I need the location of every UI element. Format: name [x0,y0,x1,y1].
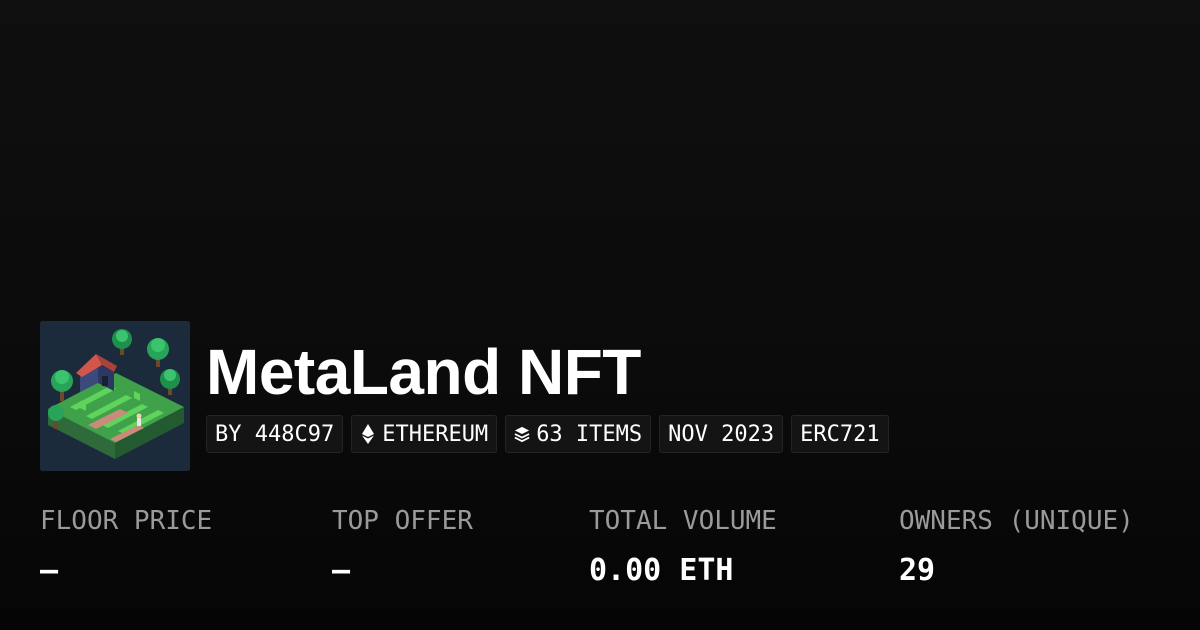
items-tag-label: 63 ITEMS [536,421,643,447]
collection-title: MetaLand NFT [206,336,641,408]
top-offer-value: – [332,553,351,588]
total-volume-value: 0.00 ETH [589,553,734,588]
layers-icon [514,424,530,444]
chain-tag-label: ETHEREUM [382,421,489,447]
owners-stat: OWNERS (UNIQUE) 29 [899,505,1134,591]
floor-price-stat: FLOOR PRICE – [40,505,212,591]
collection-card: MetaLand NFT BY 448C97 ETHEREUM 63 ITEMS… [0,0,1200,630]
items-tag[interactable]: 63 ITEMS [505,415,652,453]
total-volume-label: TOTAL VOLUME [589,506,777,536]
date-tag-label: NOV 2023 [668,421,775,447]
isometric-voxel-land-image [40,321,190,471]
creator-tag-label: BY 448C97 [215,421,335,447]
creator-tag[interactable]: BY 448C97 [206,415,344,453]
date-tag: NOV 2023 [659,415,784,453]
top-offer-stat: TOP OFFER – [332,505,473,591]
ethereum-icon [360,424,376,444]
owners-value: 29 [899,553,936,588]
top-offer-label: TOP OFFER [332,506,473,536]
collection-tags: BY 448C97 ETHEREUM 63 ITEMS NOV 2023 ERC… [206,415,889,453]
collection-thumbnail [40,321,190,471]
floor-price-value: – [40,553,59,588]
floor-price-label: FLOOR PRICE [40,506,213,536]
owners-label: OWNERS (UNIQUE) [899,506,1134,536]
standard-tag-label: ERC721 [800,421,880,447]
chain-tag[interactable]: ETHEREUM [351,415,498,453]
standard-tag: ERC721 [791,415,889,453]
total-volume-stat: TOTAL VOLUME 0.00 ETH [589,505,777,591]
